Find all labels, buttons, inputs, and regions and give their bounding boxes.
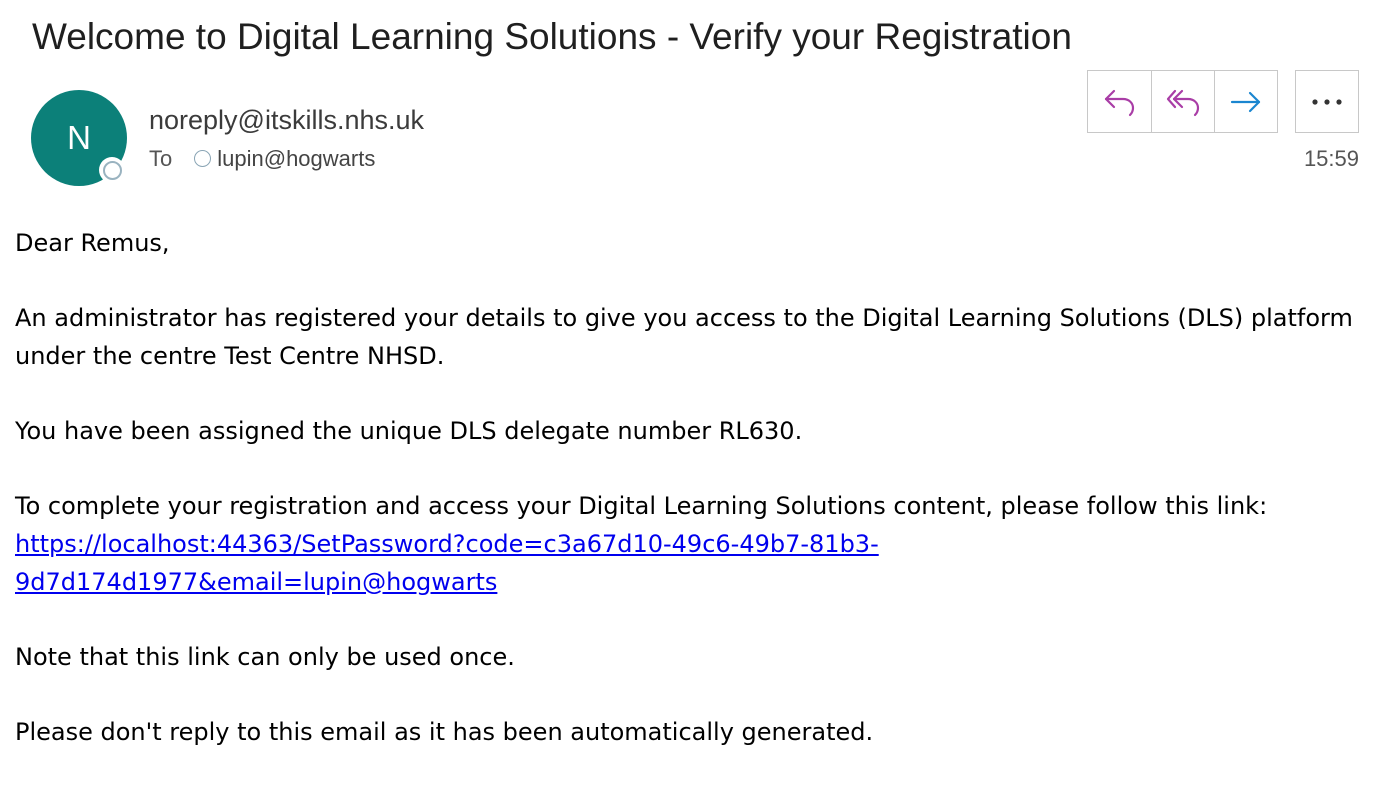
forward-icon [1230, 91, 1261, 112]
link-line-1: https://localhost:44363/SetPassword?code… [15, 530, 879, 558]
email-subject: Welcome to Digital Learning Solutions - … [32, 16, 1072, 57]
received-time: 15:59 [1303, 146, 1359, 171]
recipients-row: To lupin@hogwarts [149, 144, 375, 174]
avatar-initial: N [67, 119, 91, 156]
link-line-2: 9d7d174d1977&email=lupin@hogwarts [15, 568, 498, 596]
set-password-link[interactable]: https://localhost:44363/SetPassword?code… [15, 530, 879, 596]
recipient-presence-icon [194, 149, 212, 167]
message-actions [1087, 70, 1278, 133]
recipient-address[interactable]: lupin@hogwarts [217, 144, 375, 174]
body-paragraph: Note that this link can only be used onc… [15, 643, 515, 671]
reply-all-icon [1166, 89, 1200, 116]
link-intro: To complete your registration and access… [15, 492, 1268, 520]
reply-button[interactable] [1088, 71, 1151, 132]
body-paragraph: An administrator has registered your det… [15, 304, 1353, 370]
greeting: Dear Remus, [15, 229, 170, 257]
body-paragraph: Please don't reply to this email as it h… [15, 718, 874, 746]
body-paragraph: You have been assigned the unique DLS de… [15, 417, 803, 445]
sender-address[interactable]: noreply@itskills.nhs.uk [149, 102, 424, 138]
presence-status-icon [99, 157, 125, 183]
email-body: Dear Remus, An administrator has registe… [15, 224, 1375, 788]
body-paragraph-with-link: To complete your registration and access… [15, 487, 1375, 601]
forward-button[interactable] [1214, 71, 1277, 132]
to-label: To [149, 146, 173, 171]
presence-ring [102, 160, 122, 180]
reply-all-button[interactable] [1151, 71, 1214, 132]
more-actions-button[interactable] [1295, 70, 1359, 133]
reply-icon [1104, 89, 1134, 116]
more-icon [1312, 98, 1342, 105]
